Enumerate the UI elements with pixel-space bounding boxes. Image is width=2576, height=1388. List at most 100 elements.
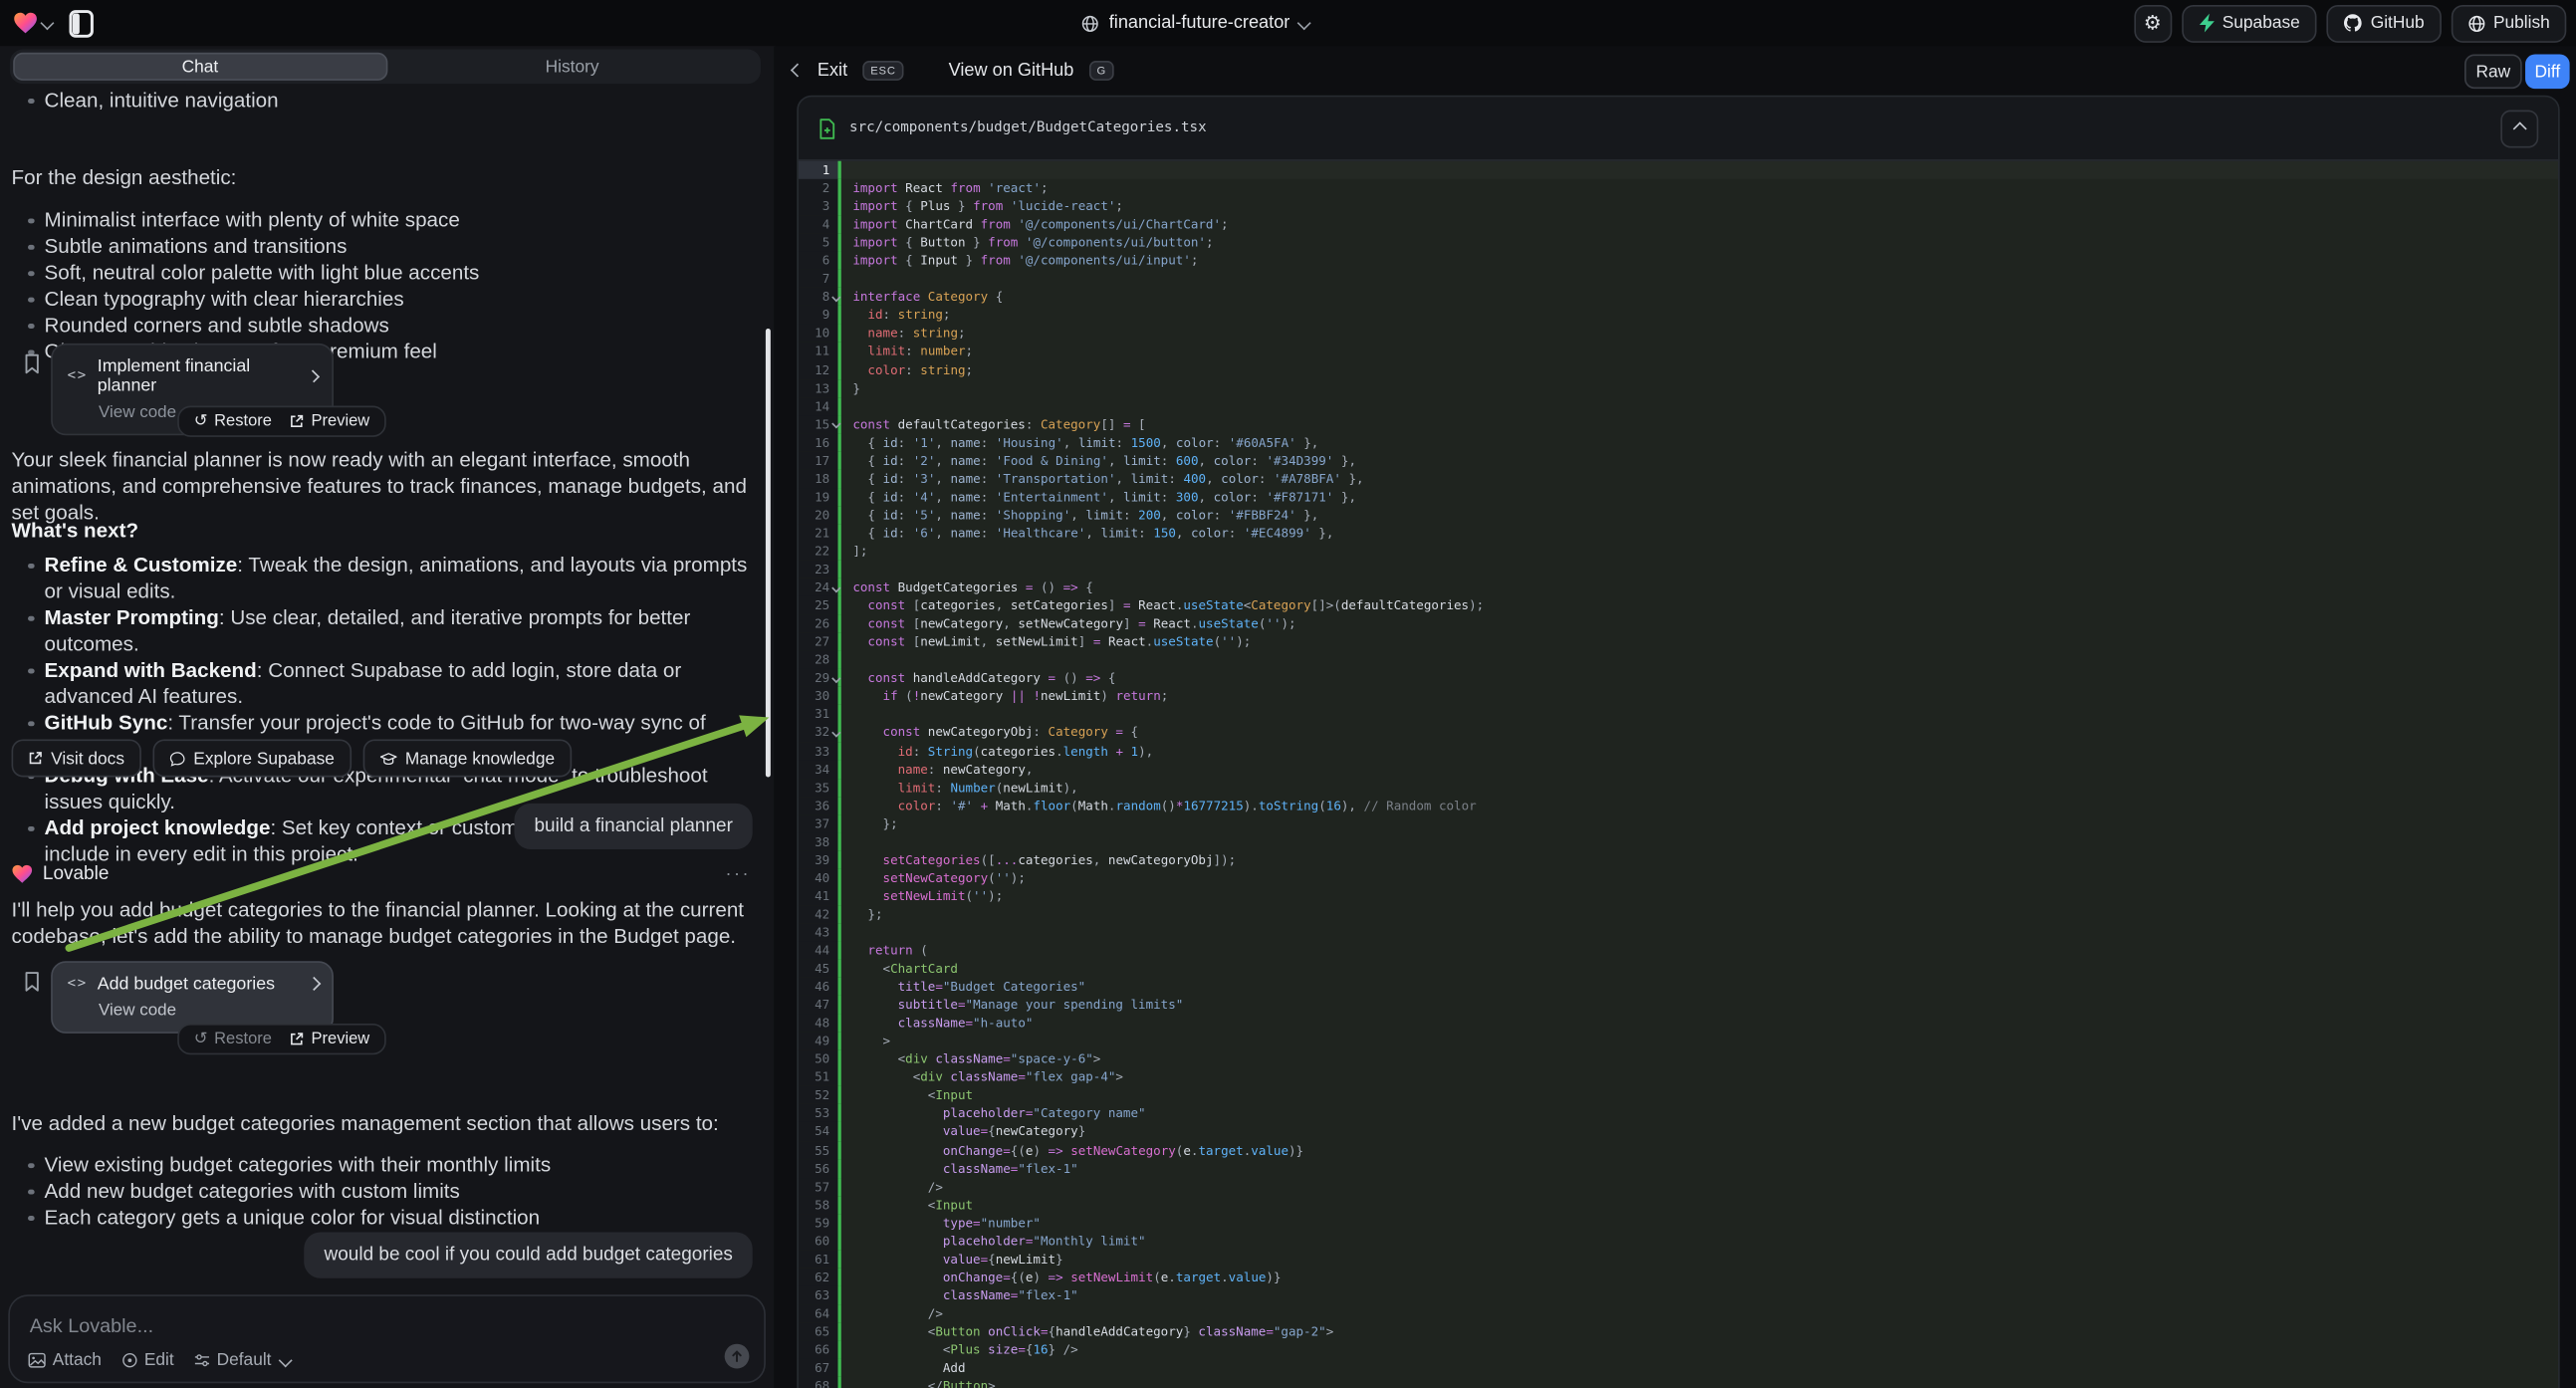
line-number[interactable]: 21 [799,524,838,542]
project-switcher[interactable]: financial-future-creator [1081,0,1309,46]
line-number[interactable]: 27 [799,633,838,651]
line-number[interactable]: 65 [799,1322,838,1340]
line-number[interactable]: 15 [799,415,838,433]
preview-button[interactable]: Preview [290,412,369,430]
line-number[interactable]: 32 [799,724,838,742]
line-number[interactable]: 39 [799,850,838,868]
line-number[interactable]: 34 [799,760,838,778]
line-number[interactable]: 51 [799,1068,838,1086]
line-number[interactable]: 9 [799,307,838,325]
line-number[interactable]: 14 [799,397,838,415]
supabase-button[interactable]: Supabase [2181,4,2316,42]
diff-button[interactable]: Diff [2525,54,2570,89]
line-number[interactable]: 24 [799,578,838,596]
bookmark-icon[interactable] [23,971,41,992]
line-number[interactable]: 62 [799,1269,838,1286]
line-number[interactable]: 50 [799,1050,838,1068]
line-number[interactable]: 35 [799,778,838,796]
panel-toggle-button[interactable] [64,5,100,41]
more-options-icon[interactable]: ··· [725,864,751,884]
line-number[interactable]: 11 [799,343,838,360]
attach-button[interactable]: Attach [28,1350,102,1370]
visit-docs-button[interactable]: Visit docs [12,740,141,778]
exit-button[interactable]: Exit [818,61,847,81]
line-number[interactable]: 61 [799,1250,838,1268]
line-number[interactable]: 12 [799,360,838,378]
chat-input-box[interactable]: Ask Lovable... Attach Edit Default [8,1294,766,1383]
line-number[interactable]: 23 [799,561,838,578]
line-number[interactable]: 40 [799,869,838,887]
line-number[interactable]: 10 [799,325,838,343]
line-number[interactable]: 5 [799,234,838,252]
line-number[interactable]: 44 [799,941,838,959]
line-number[interactable]: 66 [799,1340,838,1358]
line-number[interactable]: 37 [799,814,838,832]
line-number[interactable]: 31 [799,706,838,724]
line-number[interactable]: 57 [799,1177,838,1195]
settings-button[interactable]: ⚙ [2134,4,2172,42]
restore-button[interactable]: ↺Restore [194,1031,272,1048]
line-number[interactable]: 59 [799,1214,838,1232]
tab-chat[interactable]: Chat [13,53,386,81]
explore-supabase-button[interactable]: Explore Supabase [152,740,351,778]
chat-scrollbar[interactable] [766,329,771,777]
line-number[interactable]: 64 [799,1304,838,1322]
line-number[interactable]: 63 [799,1286,838,1304]
github-button[interactable]: GitHub [2326,4,2441,42]
collapse-button[interactable] [2500,110,2538,147]
line-number[interactable]: 29 [799,669,838,687]
line-number[interactable]: 7 [799,270,838,288]
line-number[interactable]: 19 [799,488,838,506]
line-number[interactable]: 4 [799,215,838,233]
line-number[interactable]: 25 [799,596,838,614]
manage-knowledge-button[interactable]: Manage knowledge [362,740,572,778]
line-number[interactable]: 47 [799,996,838,1014]
line-number[interactable]: 2 [799,179,838,197]
line-number[interactable]: 3 [799,197,838,215]
view-code-link[interactable]: View code [99,1003,317,1021]
mode-default-button[interactable]: Default [193,1350,290,1370]
line-number[interactable]: 68 [799,1377,838,1388]
line-number[interactable]: 1 [799,161,838,179]
publish-button[interactable]: Publish [2451,4,2566,42]
line-number[interactable]: 42 [799,905,838,923]
line-number[interactable]: 20 [799,506,838,524]
line-number[interactable]: 43 [799,923,838,941]
restore-button[interactable]: ↺Restore [194,412,272,430]
line-number[interactable]: 56 [799,1159,838,1177]
line-number[interactable]: 8 [799,288,838,306]
line-number[interactable]: 36 [799,797,838,814]
tab-history[interactable]: History [387,53,758,81]
line-number[interactable]: 17 [799,451,838,469]
line-number[interactable]: 30 [799,687,838,705]
line-number[interactable]: 28 [799,651,838,669]
line-number[interactable]: 67 [799,1359,838,1377]
lovable-logo-icon[interactable] [13,12,52,35]
line-number[interactable]: 26 [799,614,838,632]
line-number[interactable]: 48 [799,1014,838,1032]
line-number[interactable]: 41 [799,887,838,905]
line-number[interactable]: 33 [799,742,838,760]
line-number[interactable]: 16 [799,433,838,451]
line-number[interactable]: 54 [799,1123,838,1141]
line-number[interactable]: 49 [799,1033,838,1050]
bookmark-icon[interactable] [23,353,41,374]
preview-button[interactable]: Preview [290,1031,369,1048]
code-file-header[interactable]: src/components/budget/BudgetCategories.t… [799,97,2558,160]
line-number[interactable]: 58 [799,1196,838,1214]
line-number[interactable]: 38 [799,832,838,850]
line-number[interactable]: 13 [799,378,838,396]
line-number[interactable]: 22 [799,542,838,560]
line-number[interactable]: 55 [799,1141,838,1159]
line-number[interactable]: 45 [799,960,838,978]
line-number[interactable]: 60 [799,1232,838,1250]
line-number[interactable]: 53 [799,1105,838,1123]
edit-button[interactable]: Edit [121,1350,174,1370]
line-number[interactable]: 18 [799,470,838,488]
line-number[interactable]: 6 [799,252,838,270]
view-on-github-button[interactable]: View on GitHub [949,61,1074,81]
raw-button[interactable]: Raw [2464,54,2522,89]
line-number[interactable]: 46 [799,978,838,996]
line-number[interactable]: 52 [799,1086,838,1104]
send-button[interactable] [725,1344,750,1369]
